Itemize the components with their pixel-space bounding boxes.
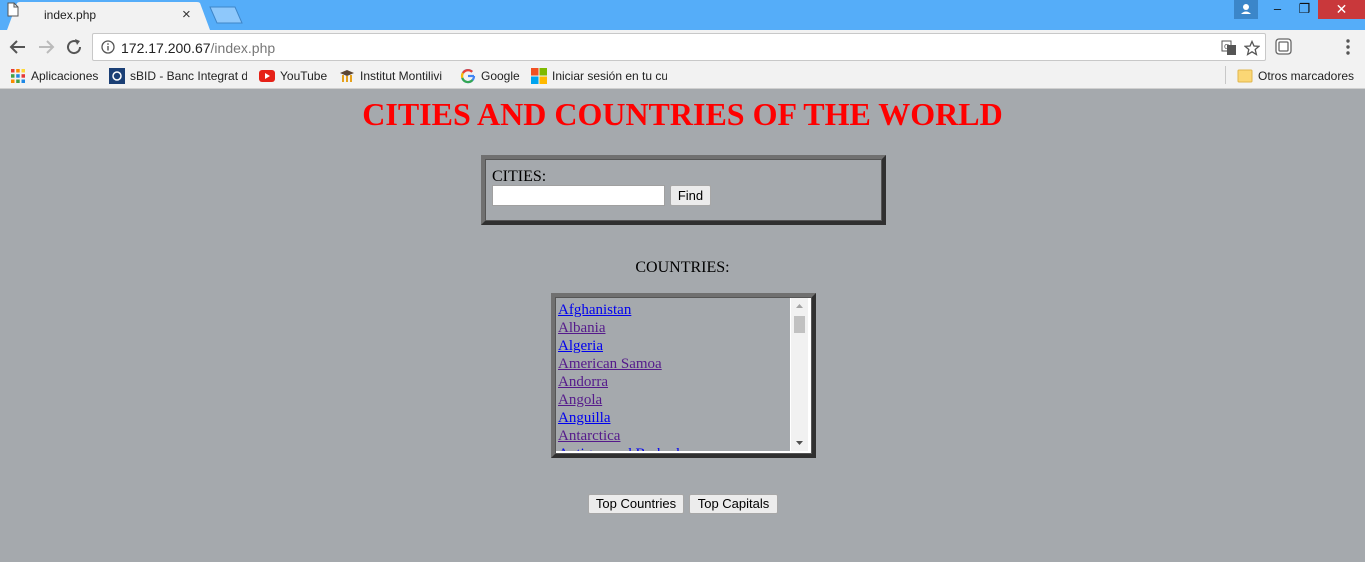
bookmark-iniciar-sesion[interactable]: Iniciar sesión en tu cu <box>531 68 667 85</box>
back-arrow-icon[interactable] <box>8 37 28 57</box>
other-bookmarks[interactable]: Otros marcadores <box>1237 68 1357 85</box>
bookmark-aplicaciones[interactable]: Aplicaciones <box>10 68 100 85</box>
country-link[interactable]: Antarctica <box>558 427 790 445</box>
country-link[interactable]: Albania <box>558 319 790 337</box>
tab-shape <box>7 2 210 30</box>
youtube-icon <box>259 69 275 82</box>
bookmark-google[interactable]: Google <box>460 68 522 85</box>
bookmarks-bar: Aplicaciones sBID - Banc Integrat d YouT… <box>0 64 1365 89</box>
translate-icon[interactable]: G <box>1221 40 1237 56</box>
url-path: /index.php <box>210 40 276 56</box>
close-window-button[interactable]: ✕ <box>1318 0 1365 19</box>
city-search-input[interactable] <box>492 185 665 206</box>
countries-frame: Afghanistan Albania Algeria American Samoa A… <box>555 297 812 454</box>
svg-text:G: G <box>1224 43 1229 51</box>
browser-titlebar: index.php × – ❐ ✕ <box>0 0 1365 30</box>
forward-arrow-icon[interactable] <box>36 37 56 57</box>
new-tab-button[interactable] <box>208 6 244 24</box>
minimize-button[interactable]: – <box>1264 0 1291 19</box>
bookmark-youtube[interactable]: YouTube <box>259 68 331 85</box>
country-link[interactable]: Algeria <box>558 337 790 355</box>
browser-toolbar: 172.17.200.67/index.php G <box>0 30 1365 64</box>
bookmark-label: Iniciar sesión en tu cu <box>552 69 667 83</box>
bookmark-institut[interactable]: Institut Montilivi <box>339 68 451 85</box>
country-link[interactable]: Afghanistan <box>558 301 790 319</box>
bookmark-label: Aplicaciones <box>31 69 99 83</box>
countries-scrollbar[interactable] <box>791 298 808 451</box>
bookmark-label: Institut Montilivi <box>360 69 443 83</box>
info-icon[interactable] <box>101 40 115 54</box>
restore-button[interactable]: ❐ <box>1291 0 1318 19</box>
apps-grid-icon <box>11 68 25 83</box>
menu-kebab-icon[interactable] <box>1344 38 1352 56</box>
file-icon <box>7 2 19 17</box>
find-button[interactable]: Find <box>670 185 711 206</box>
user-profile-icon[interactable] <box>1234 0 1258 19</box>
country-link[interactable]: American Samoa <box>558 355 790 373</box>
google-icon <box>460 68 476 84</box>
bookmark-star-icon[interactable] <box>1244 40 1260 56</box>
countries-label: COUNTRIES: <box>635 259 730 276</box>
scroll-down-arrow-icon[interactable] <box>791 435 808 451</box>
microsoft-icon <box>531 68 547 84</box>
bookmark-label: sBID - Banc Integrat d <box>130 69 247 83</box>
extension-icon[interactable] <box>1275 38 1292 55</box>
country-link[interactable]: Antigua and Barbuda <box>558 445 790 451</box>
bookmark-label: YouTube <box>280 69 328 83</box>
institut-icon <box>340 69 354 82</box>
scrollbar-thumb[interactable] <box>794 316 805 333</box>
bookmark-sbid[interactable]: sBID - Banc Integrat d <box>109 68 247 85</box>
country-link[interactable]: Anguilla <box>558 409 790 427</box>
top-capitals-button[interactable]: Top Capitals <box>689 494 778 514</box>
folder-icon <box>1237 69 1253 83</box>
tab-close-icon[interactable]: × <box>182 7 191 23</box>
countries-fieldset: Afghanistan Albania Algeria American Samoa A… <box>551 293 816 458</box>
url-text: 172.17.200.67/index.php <box>121 40 275 56</box>
countries-list: Afghanistan Albania Algeria American Samoa A… <box>556 298 790 451</box>
page-title: CITIES AND COUNTRIES OF THE WORLD <box>362 96 1003 132</box>
sbid-icon <box>109 68 125 84</box>
url-host: 172.17.200.67 <box>121 40 211 56</box>
cities-fieldset-inner: CITIES: Find <box>485 159 882 221</box>
reload-icon[interactable] <box>64 37 84 57</box>
address-bar[interactable]: 172.17.200.67/index.php G <box>92 33 1266 61</box>
tab-title: index.php <box>44 8 97 22</box>
cities-fieldset: CITIES: Find <box>481 155 886 225</box>
browser-tab[interactable]: index.php × <box>7 2 210 30</box>
top-countries-button[interactable]: Top Countries <box>588 494 684 514</box>
scroll-up-arrow-icon[interactable] <box>791 298 808 314</box>
other-bookmarks-label: Otros marcadores <box>1258 69 1355 83</box>
bookmark-label: Google <box>481 69 520 83</box>
cities-label: CITIES: <box>492 168 547 185</box>
country-link[interactable]: Andorra <box>558 373 790 391</box>
country-link[interactable]: Angola <box>558 391 790 409</box>
bookmarks-separator <box>1225 66 1226 84</box>
